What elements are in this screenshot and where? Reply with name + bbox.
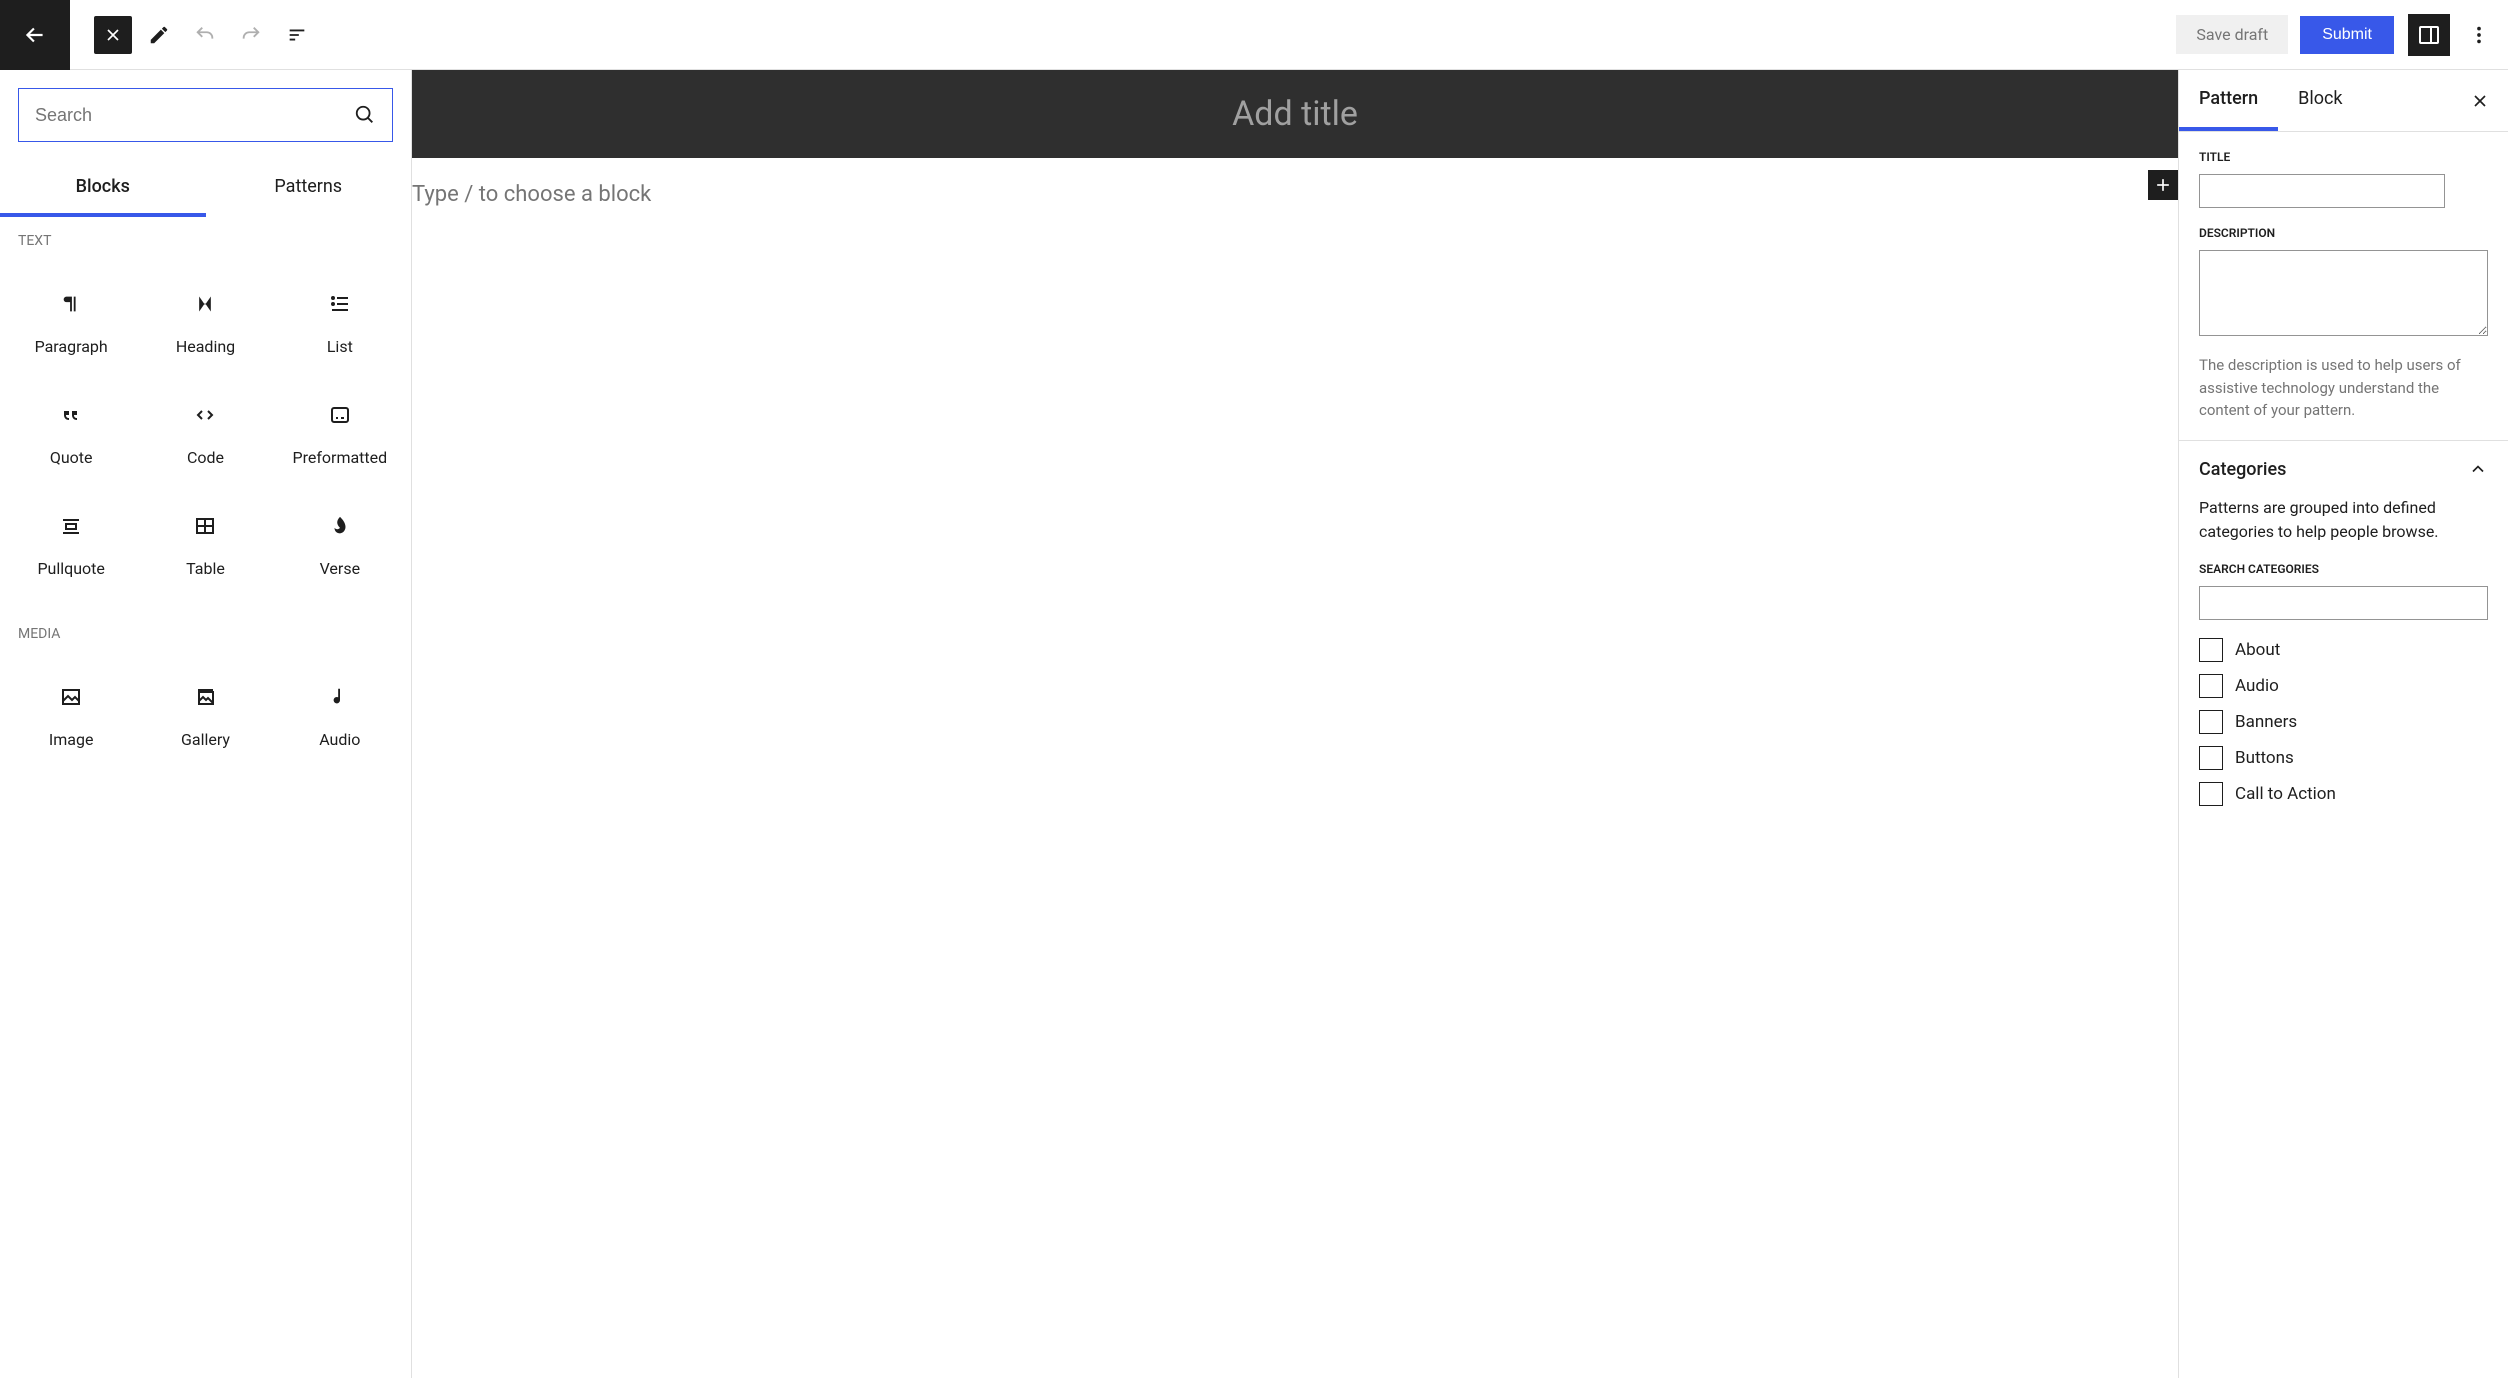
settings-panel-button[interactable] [2408,14,2450,56]
edit-button[interactable] [140,16,178,54]
sidebar-section-title-desc: TITLE DESCRIPTION The description is use… [2179,132,2508,441]
undo-button[interactable] [186,16,224,54]
sidebar-tabs: Pattern Block [2179,70,2508,132]
block-heading[interactable]: Heading [138,267,272,378]
category-about[interactable]: About [2199,632,2488,668]
block-grid-text: Paragraph Heading List Quote Code [0,257,411,610]
search-categories-label: SEARCH CATEGORIES [2199,562,2488,576]
categories-panel-header[interactable]: Categories [2179,441,2508,490]
add-block-button[interactable] [2148,170,2178,200]
save-draft-button[interactable]: Save draft [2176,15,2288,54]
post-title[interactable]: Add title [412,70,2178,158]
block-pullquote[interactable]: Pullquote [4,489,138,600]
category-banners[interactable]: Banners [2199,704,2488,740]
block-image[interactable]: Image [4,660,138,771]
block-preformatted[interactable]: Preformatted [273,378,407,489]
block-grid-media: Image Gallery Audio [0,650,411,781]
checkbox[interactable] [2199,782,2223,806]
tab-block[interactable]: Block [2278,70,2362,131]
audio-icon [329,682,351,712]
pullquote-icon [59,511,83,541]
submit-button[interactable]: Submit [2300,16,2394,54]
inserter-tabs: Blocks Patterns [0,160,411,217]
block-verse[interactable]: Verse [273,489,407,600]
checkbox[interactable] [2199,674,2223,698]
categories-description: Patterns are grouped into defined catego… [2199,496,2488,544]
block-inserter-panel: Blocks Patterns TEXT Paragraph Heading L… [0,70,412,1378]
document-overview-button[interactable] [278,16,316,54]
block-paragraph[interactable]: Paragraph [4,267,138,378]
description-label: DESCRIPTION [2199,226,2488,240]
code-icon [193,400,217,430]
quote-icon [59,400,83,430]
paragraph-icon [60,289,82,319]
block-list[interactable]: List [273,267,407,378]
list-icon [328,289,352,319]
block-table[interactable]: Table [138,489,272,600]
heading-icon [195,289,215,319]
section-label-media: MEDIA [0,610,411,650]
category-buttons[interactable]: Buttons [2199,740,2488,776]
search-box[interactable] [18,88,393,142]
editor-canvas: Add title Type / to choose a block [412,70,2178,1378]
description-help: The description is used to help users of… [2199,354,2488,422]
category-call-to-action[interactable]: Call to Action [2199,776,2488,812]
checkbox[interactable] [2199,710,2223,734]
verse-icon [329,511,351,541]
settings-sidebar: Pattern Block TITLE DESCRIPTION The desc… [2178,70,2508,1378]
more-options-button[interactable] [2460,16,2498,54]
description-textarea[interactable] [2199,250,2488,336]
preformatted-icon [328,400,352,430]
search-input[interactable] [35,105,354,126]
tab-blocks[interactable]: Blocks [0,160,206,217]
checkbox[interactable] [2199,746,2223,770]
table-icon [193,511,217,541]
tab-pattern[interactable]: Pattern [2179,70,2278,131]
tab-patterns[interactable]: Patterns [206,160,412,217]
toolbar-left [70,16,340,54]
chevron-up-icon [2468,459,2488,479]
topbar: Save draft Submit [0,0,2508,70]
title-label: TITLE [2199,150,2488,164]
block-gallery[interactable]: Gallery [138,660,272,771]
gallery-icon [193,682,217,712]
content-placeholder[interactable]: Type / to choose a block [412,182,2178,207]
block-code[interactable]: Code [138,378,272,489]
categories-search-input[interactable] [2199,586,2488,620]
search-icon [354,104,376,126]
categories-panel-body: Patterns are grouped into defined catego… [2179,490,2508,830]
section-label-text: TEXT [0,217,411,257]
redo-button[interactable] [232,16,270,54]
close-sidebar-button[interactable] [2452,73,2508,129]
category-audio[interactable]: Audio [2199,668,2488,704]
title-input[interactable] [2199,174,2445,208]
image-icon [59,682,83,712]
close-inserter-button[interactable] [94,16,132,54]
checkbox[interactable] [2199,638,2223,662]
back-button[interactable] [0,0,70,70]
block-quote[interactable]: Quote [4,378,138,489]
block-audio[interactable]: Audio [273,660,407,771]
